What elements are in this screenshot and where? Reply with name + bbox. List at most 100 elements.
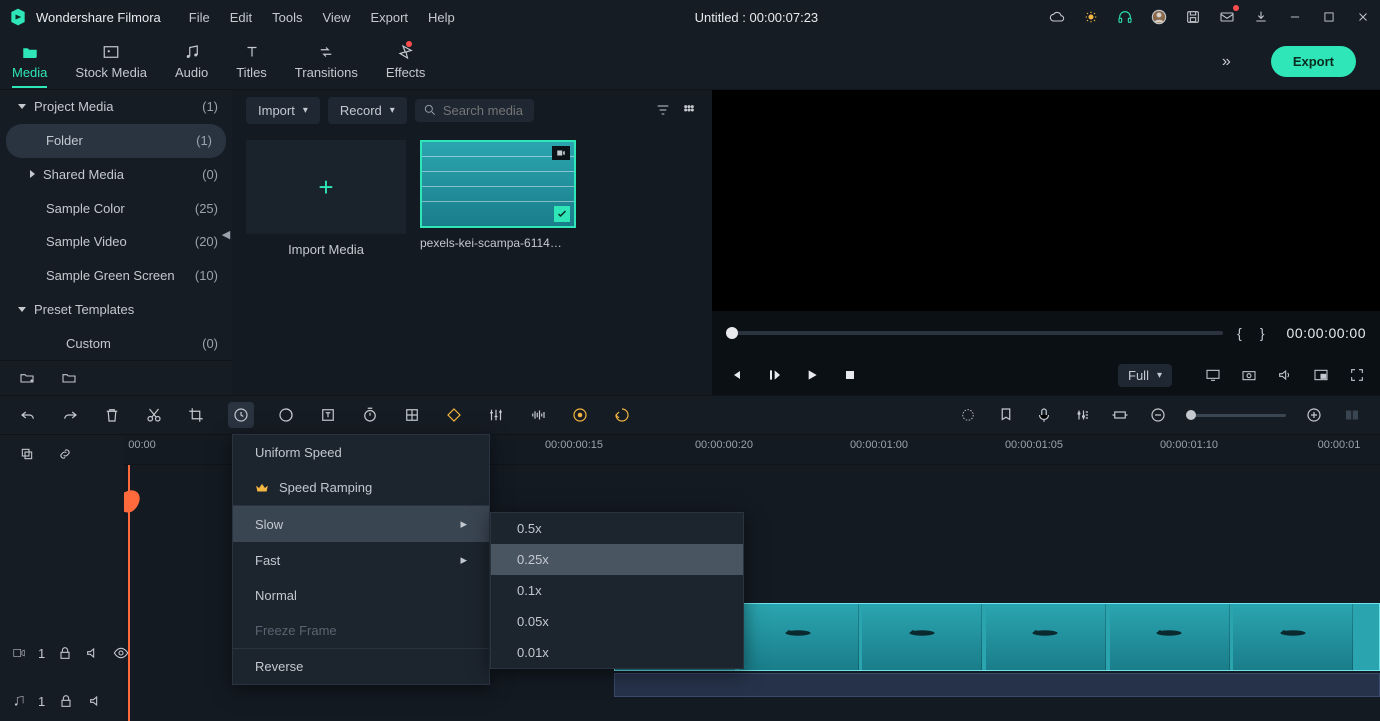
stop-button[interactable]	[840, 365, 860, 385]
folder-plain-icon[interactable]	[60, 369, 78, 387]
range-icon[interactable]	[1110, 405, 1130, 425]
menu-tools[interactable]: Tools	[262, 10, 312, 25]
menu-help[interactable]: Help	[418, 10, 465, 25]
search-input[interactable]	[443, 103, 527, 118]
audio-mixer-icon[interactable]	[1072, 405, 1092, 425]
fullscreen-icon[interactable]	[1348, 366, 1366, 384]
video-track-header[interactable]: 1	[0, 625, 124, 681]
volume-icon[interactable]	[1276, 366, 1294, 384]
quality-select[interactable]: Full ▾	[1118, 364, 1172, 387]
new-folder-icon[interactable]	[18, 369, 36, 387]
crop-icon[interactable]	[186, 405, 206, 425]
redo-icon[interactable]	[60, 405, 80, 425]
keyframe-icon[interactable]	[444, 405, 464, 425]
duplicate-icon[interactable]	[18, 445, 36, 463]
media-clip[interactable]: pexels-kei-scampa-6114…	[420, 140, 576, 250]
record-dropdown[interactable]: Record ▾	[328, 97, 407, 124]
zoom-fit-icon[interactable]	[1342, 405, 1362, 425]
play-pause-button[interactable]	[764, 365, 784, 385]
tab-effects[interactable]: Effects	[386, 43, 426, 80]
lock-icon[interactable]	[57, 644, 73, 662]
menu-normal[interactable]: Normal	[233, 578, 489, 613]
submenu-0.1x[interactable]: 0.1x	[491, 575, 743, 606]
mark-in-button[interactable]: {	[1233, 325, 1246, 341]
sidebar-project-media[interactable]: Project Media (1)	[0, 90, 232, 124]
menu-file[interactable]: File	[179, 10, 220, 25]
menu-reverse[interactable]: Reverse	[233, 649, 489, 684]
seek-slider[interactable]	[726, 331, 1223, 335]
mark-out-button[interactable]: }	[1256, 325, 1269, 341]
mic-icon[interactable]	[1034, 405, 1054, 425]
delete-icon[interactable]	[102, 405, 122, 425]
seek-knob[interactable]	[726, 327, 738, 339]
filter-icon[interactable]	[654, 101, 672, 119]
audio-track-header[interactable]: 1	[0, 681, 124, 721]
video-preview[interactable]	[712, 90, 1380, 311]
tab-audio[interactable]: Audio	[175, 43, 208, 80]
avatar-icon[interactable]	[1150, 8, 1168, 26]
collapse-sidebar-icon[interactable]: ◀	[220, 222, 232, 246]
menu-edit[interactable]: Edit	[220, 10, 262, 25]
sidebar-green[interactable]: Sample Green Screen (10)	[0, 259, 232, 293]
prev-frame-button[interactable]	[726, 365, 746, 385]
sidebar-video[interactable]: Sample Video (20)	[0, 225, 232, 259]
menu-speed-ramping[interactable]: Speed Ramping	[233, 470, 489, 505]
zoom-slider[interactable]	[1186, 414, 1286, 417]
grid-view-icon[interactable]	[680, 101, 698, 119]
submenu-0.25x[interactable]: 0.25x	[491, 544, 743, 575]
mail-icon[interactable]	[1218, 8, 1236, 26]
close-button[interactable]	[1354, 8, 1372, 26]
link-icon[interactable]	[56, 445, 74, 463]
adjust-icon[interactable]	[486, 405, 506, 425]
search-media-box[interactable]	[415, 99, 535, 122]
menu-uniform-speed[interactable]: Uniform Speed	[233, 435, 489, 470]
headphones-icon[interactable]	[1116, 8, 1134, 26]
render-icon[interactable]	[958, 405, 978, 425]
undo-icon[interactable]	[18, 405, 38, 425]
speed-icon[interactable]	[228, 402, 254, 428]
pip-icon[interactable]	[1312, 366, 1330, 384]
submenu-0.05x[interactable]: 0.05x	[491, 606, 743, 637]
zoom-in-icon[interactable]	[1304, 405, 1324, 425]
cut-icon[interactable]	[144, 405, 164, 425]
export-button[interactable]: Export	[1271, 46, 1356, 77]
timer-icon[interactable]	[360, 405, 380, 425]
sidebar-preset[interactable]: Preset Templates	[0, 293, 232, 327]
menu-view[interactable]: View	[312, 10, 360, 25]
color-icon[interactable]	[276, 405, 296, 425]
enhance-icon[interactable]	[570, 405, 590, 425]
text-tool-icon[interactable]	[318, 405, 338, 425]
submenu-0.5x[interactable]: 0.5x	[491, 513, 743, 544]
motion-icon[interactable]	[612, 405, 632, 425]
lock-icon[interactable]	[57, 692, 75, 710]
tab-transitions[interactable]: Transitions	[295, 43, 358, 80]
playhead[interactable]	[128, 465, 130, 721]
equalizer-icon[interactable]	[528, 405, 548, 425]
sparkle-icon[interactable]	[1082, 8, 1100, 26]
timeline-clip-audio[interactable]	[614, 673, 1380, 697]
tab-stock-media[interactable]: Stock Media	[75, 43, 147, 80]
save-icon[interactable]	[1184, 8, 1202, 26]
snapshot-icon[interactable]	[1240, 366, 1258, 384]
submenu-0.01x[interactable]: 0.01x	[491, 637, 743, 668]
more-tabs-icon[interactable]: »	[1222, 53, 1231, 71]
play-button[interactable]	[802, 365, 822, 385]
mute-icon[interactable]	[87, 692, 105, 710]
sidebar-color[interactable]: Sample Color (25)	[0, 191, 232, 225]
markers-icon[interactable]	[402, 405, 422, 425]
download-icon[interactable]	[1252, 8, 1270, 26]
monitor-icon[interactable]	[1204, 366, 1222, 384]
import-dropdown[interactable]: Import ▾	[246, 97, 320, 124]
cloud-icon[interactable]	[1048, 8, 1066, 26]
menu-fast[interactable]: Fast▸	[233, 542, 489, 578]
menu-slow[interactable]: Slow▸	[233, 506, 489, 542]
minimize-button[interactable]	[1286, 8, 1304, 26]
mute-icon[interactable]	[85, 644, 101, 662]
sidebar-custom[interactable]: Custom (0)	[0, 326, 232, 360]
sidebar-folder[interactable]: Folder (1)	[6, 124, 226, 158]
playhead-marker-icon[interactable]	[124, 485, 145, 516]
zoom-knob[interactable]	[1186, 410, 1196, 420]
sidebar-shared[interactable]: Shared Media (0)	[0, 158, 232, 192]
clip-thumbnail[interactable]	[420, 140, 576, 228]
zoom-out-icon[interactable]	[1148, 405, 1168, 425]
